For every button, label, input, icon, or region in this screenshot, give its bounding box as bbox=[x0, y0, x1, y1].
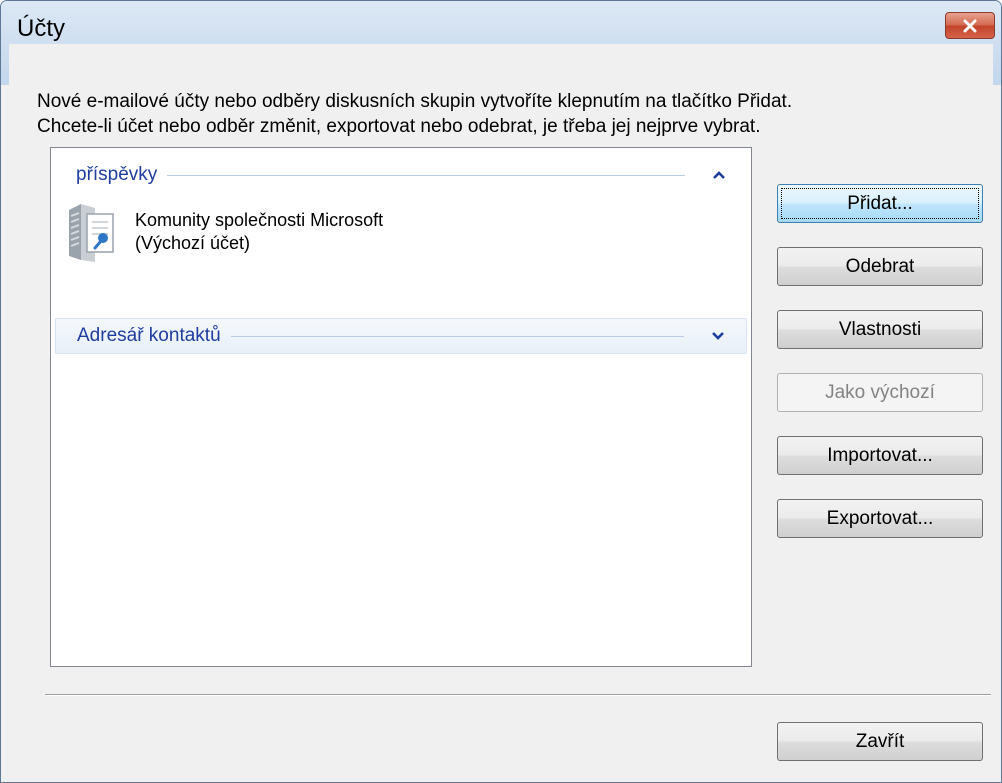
close-icon bbox=[963, 19, 977, 32]
window-title: Účty bbox=[17, 15, 65, 42]
properties-button[interactable]: Vlastnosti bbox=[777, 310, 983, 349]
description-line-1: Nové e-mailové účty nebo odběry diskusní… bbox=[37, 91, 793, 112]
group-divider bbox=[230, 335, 684, 337]
accounts-dialog: Účty Nové e-mailové účty nebo odběry dis… bbox=[0, 0, 1002, 783]
accounts-list[interactable]: příspěvky Komunity společnosti Microsoft bbox=[50, 147, 752, 667]
dialog-body: Nové e-mailové účty nebo odběry diskusní… bbox=[9, 44, 993, 782]
close-button[interactable]: Zavřít bbox=[777, 722, 983, 761]
group-header-contacts[interactable]: Adresář kontaktů bbox=[55, 318, 747, 354]
group-divider bbox=[167, 174, 685, 176]
group-header-posts[interactable]: příspěvky bbox=[55, 157, 747, 193]
chevron-up-icon[interactable] bbox=[703, 170, 735, 180]
news-server-icon bbox=[69, 204, 114, 262]
export-button[interactable]: Exportovat... bbox=[777, 499, 983, 538]
account-name: Komunity společnosti Microsoft bbox=[135, 210, 384, 230]
add-button[interactable]: Přidat... bbox=[777, 184, 983, 223]
group-label-contacts: Adresář kontaktů bbox=[77, 325, 221, 346]
chevron-down-icon[interactable] bbox=[702, 331, 734, 341]
close-window-button[interactable] bbox=[945, 12, 995, 39]
description-line-2: Chcete-li účet nebo odběr změnit, export… bbox=[37, 116, 761, 137]
footer-separator bbox=[45, 694, 991, 696]
remove-button[interactable]: Odebrat bbox=[777, 247, 983, 286]
import-button[interactable]: Importovat... bbox=[777, 436, 983, 475]
set-default-button: Jako výchozí bbox=[777, 373, 983, 412]
list-item[interactable]: Komunity společnosti Microsoft (Výchozí … bbox=[65, 200, 665, 264]
account-default-label: (Výchozí účet) bbox=[135, 233, 251, 253]
group-label-posts: příspěvky bbox=[76, 164, 158, 185]
